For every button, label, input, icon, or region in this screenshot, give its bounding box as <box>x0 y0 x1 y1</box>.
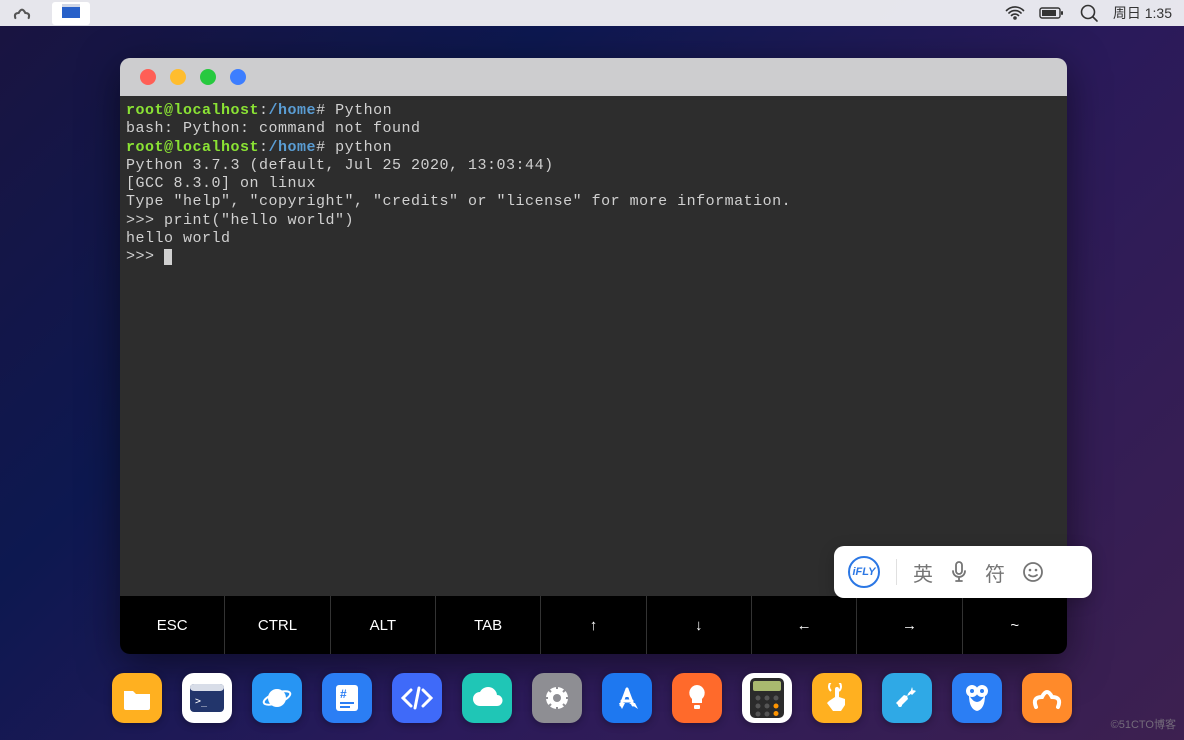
tools-icon[interactable] <box>882 673 932 723</box>
terminal-menubar-icon[interactable] <box>52 2 90 25</box>
wifi-icon[interactable] <box>1005 5 1025 21</box>
touch-icon[interactable] <box>812 673 862 723</box>
terminal-line: hello world <box>126 230 1061 248</box>
dev-icon[interactable] <box>392 673 442 723</box>
ime-divider <box>896 559 897 585</box>
code-tag-icon[interactable]: # <box>322 673 372 723</box>
key-esc[interactable]: ESC <box>120 596 225 654</box>
terminal-line: Type "help", "copyright", "credits" or "… <box>126 193 1061 211</box>
key-↑[interactable]: ↑ <box>541 596 646 654</box>
ime-emoji-icon[interactable] <box>1021 560 1045 584</box>
menubar-left <box>12 2 90 25</box>
key-←[interactable]: ← <box>752 596 857 654</box>
menubar-right: 周日 1:35 <box>1005 3 1172 23</box>
files-icon[interactable] <box>112 673 162 723</box>
mouse-icon[interactable] <box>952 673 1002 723</box>
maximize-icon[interactable] <box>200 69 216 85</box>
terminal-line: Python 3.7.3 (default, Jul 25 2020, 13:0… <box>126 157 1061 175</box>
idea-icon[interactable] <box>672 673 722 723</box>
svg-text:#: # <box>340 687 347 701</box>
settings-icon[interactable] <box>532 673 582 723</box>
ime-panel: iFLY 英 符 <box>834 546 1092 598</box>
minimize-icon[interactable] <box>170 69 186 85</box>
terminal-icon[interactable]: >_ <box>182 673 232 723</box>
key-alt[interactable]: ALT <box>331 596 436 654</box>
key-tab[interactable]: TAB <box>436 596 541 654</box>
virtual-key-row: ESCCTRLALTTAB↑↓←→~ <box>120 596 1067 654</box>
aigo-icon[interactable] <box>1022 673 1072 723</box>
ime-voice-icon[interactable] <box>949 560 969 584</box>
terminal-line: >>> print("hello world") <box>126 212 1061 230</box>
terminal-line: root@localhost:/home# python <box>126 139 1061 157</box>
key-ctrl[interactable]: CTRL <box>225 596 330 654</box>
ime-symbol-button[interactable]: 符 <box>985 558 1005 587</box>
aigo-menubar-icon[interactable] <box>12 4 32 22</box>
key-→[interactable]: → <box>857 596 962 654</box>
svg-text:>_: >_ <box>195 696 208 707</box>
close-icon[interactable] <box>140 69 156 85</box>
terminal-line: [GCC 8.3.0] on linux <box>126 175 1061 193</box>
new-tab-icon[interactable] <box>230 69 246 85</box>
terminal-output[interactable]: root@localhost:/home# Pythonbash: Python… <box>120 96 1067 596</box>
appstore-icon[interactable] <box>602 673 652 723</box>
search-icon[interactable] <box>1079 3 1099 23</box>
calculator-icon[interactable] <box>742 673 792 723</box>
titlebar[interactable] <box>120 58 1067 96</box>
menubar: 周日 1:35 <box>0 0 1184 26</box>
watermark: ©51CTO博客 <box>1111 716 1176 732</box>
dock: >_ # <box>104 668 1080 728</box>
key-~[interactable]: ~ <box>963 596 1067 654</box>
ime-lang-button[interactable]: 英 <box>913 558 933 587</box>
cloud-icon[interactable] <box>462 673 512 723</box>
terminal-line: bash: Python: command not found <box>126 120 1061 138</box>
browser-icon[interactable] <box>252 673 302 723</box>
clock[interactable]: 周日 1:35 <box>1113 3 1172 23</box>
terminal-line: >>> <box>126 248 1061 266</box>
key-↓[interactable]: ↓ <box>647 596 752 654</box>
terminal-line: root@localhost:/home# Python <box>126 102 1061 120</box>
battery-icon[interactable] <box>1039 6 1065 20</box>
ime-logo-icon[interactable]: iFLY <box>848 556 880 588</box>
